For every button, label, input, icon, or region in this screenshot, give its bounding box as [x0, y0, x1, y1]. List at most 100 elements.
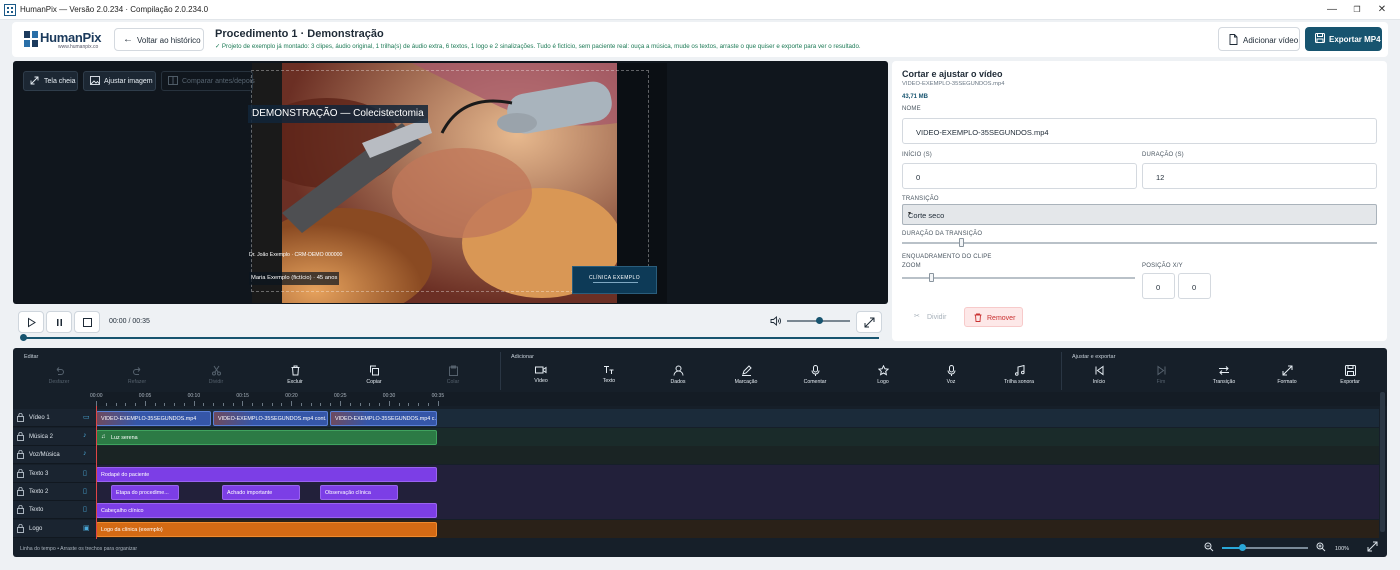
zoom-out-icon[interactable] [1204, 542, 1214, 552]
track-header[interactable]: Texto ▯ [13, 501, 96, 519]
track-lane[interactable]: ♫ Luz serena [96, 428, 1379, 446]
track-lane[interactable]: Etapa do procedime... Achado importante Ob… [96, 483, 1379, 501]
close-window-button[interactable]: ✕ [1370, 2, 1394, 18]
lock-icon[interactable] [17, 469, 24, 478]
fullscreen-button[interactable]: Tela cheia [23, 71, 78, 91]
export-tool-label: Exportar [1340, 379, 1360, 385]
set-start-tool[interactable]: Início [1074, 365, 1124, 389]
timeline-zoom-knob[interactable] [1239, 544, 1246, 551]
name-input[interactable]: VIDEO-EXEMPLO-35SEGUNDOS.mp4 [902, 118, 1377, 144]
timeline-clip[interactable]: Rodapé do paciente [96, 467, 437, 482]
timeline-clip[interactable]: VIDEO-EXEMPLO-35SEGUNDOS.mp4 c... [330, 411, 437, 426]
lock-icon[interactable] [17, 413, 24, 422]
track-header[interactable]: Música 2 ♪ [13, 428, 96, 446]
position-y-input[interactable]: 0 [1178, 273, 1211, 299]
overlay-patient-text[interactable]: Maria Exemplo (fictício) · 45 anos [249, 272, 340, 285]
voice-tool[interactable]: Voz [926, 365, 976, 389]
fit-timeline-icon[interactable] [1367, 541, 1378, 552]
track-header[interactable]: Logo ▣ [13, 520, 96, 538]
clip-label: Cabeçalho clínico [101, 508, 144, 514]
lock-icon[interactable] [17, 524, 24, 533]
volume-slider-knob[interactable] [815, 317, 823, 324]
timeline-clip[interactable]: ♫ Luz serena [96, 430, 437, 445]
track-name: Texto [29, 507, 44, 513]
soundtrack-tool[interactable]: Trilha sonora [994, 365, 1044, 389]
track-lane[interactable]: Cabeçalho clínico [96, 501, 1379, 519]
seek-knob[interactable] [20, 334, 27, 341]
track-lane[interactable]: Logo da clínica (exemplo) [96, 520, 1379, 538]
lock-icon[interactable] [17, 505, 24, 514]
export-mp4-button[interactable]: Exportar MP4 [1305, 27, 1382, 51]
timeline-clip[interactable]: VIDEO-EXEMPLO-35SEGUNDOS.mp4 cont... [213, 411, 328, 426]
play-button[interactable] [18, 311, 44, 333]
zoom-slider[interactable] [902, 277, 1135, 279]
copy-button[interactable]: Copiar [349, 365, 399, 389]
timeline-clip[interactable]: Observação clínica [320, 485, 398, 500]
remove-button[interactable]: Remover [964, 307, 1023, 327]
timeline-clip[interactable]: Logo da clínica (exemplo) [96, 522, 437, 537]
timeline-ruler[interactable]: 00:00 00:05 00:10 00:15 00:20 00:25 00:30 00:35 [90, 392, 1387, 406]
track-lane[interactable]: VIDEO-EXEMPLO-35SEGUNDOS.mp4 VIDEO-EXEMPL… [96, 409, 1379, 427]
format-tool[interactable]: Formato [1262, 365, 1312, 389]
divide-button[interactable]: ✂ Dividir [902, 307, 958, 327]
back-to-history-button[interactable]: ← Voltar ao histórico [114, 28, 204, 51]
timeline-playhead[interactable] [96, 406, 97, 539]
ruler-tick [261, 403, 263, 406]
track-header[interactable]: Texto 2 ▯ [13, 483, 96, 501]
add-data-tool[interactable]: Dados [653, 365, 703, 389]
paste-button[interactable]: Colar [428, 365, 478, 389]
add-video-tool[interactable]: Vídeo [516, 365, 566, 389]
undo-button[interactable]: Desfazer [34, 365, 84, 389]
start-input[interactable]: 0 [902, 163, 1137, 189]
lock-icon[interactable] [17, 450, 24, 459]
track-header[interactable]: Voz/Música ♪ [13, 446, 96, 464]
zoom-slider-knob[interactable] [929, 273, 935, 282]
overlay-doctor-text[interactable]: Dr. João Exemplo · CRM-DEMO 000000 [249, 252, 342, 258]
adjust-image-button[interactable]: Ajustar imagem [83, 71, 156, 91]
add-logo-tool[interactable]: Logo [858, 365, 908, 389]
maximize-button[interactable]: ❐ [1345, 2, 1369, 18]
video-preview[interactable]: Tela cheia Ajustar imagem Comparar antes… [13, 61, 888, 304]
duration-input[interactable]: 12 [1142, 163, 1377, 189]
transition-tool[interactable]: Transição [1199, 365, 1249, 389]
transition-duration-slider[interactable] [902, 242, 1377, 244]
timeline-clip[interactable]: Cabeçalho clínico [96, 503, 437, 518]
name-label: NOME [902, 106, 921, 112]
set-start-tool-label: Início [1092, 379, 1106, 385]
add-marking-tool[interactable]: Marcação [721, 365, 771, 389]
track-header[interactable]: Vídeo 1 ▭ [13, 409, 96, 427]
add-video-button[interactable]: Adicionar vídeo [1218, 27, 1300, 51]
minimize-button[interactable]: — [1320, 2, 1344, 18]
humanpix-logo: HumanPix www.humanpix.co [24, 29, 104, 51]
transition-select[interactable]: Corte seco ▾ [902, 204, 1377, 225]
compare-before-after-button[interactable]: Comparar antes/depois [161, 71, 255, 91]
position-x-input[interactable]: 0 [1142, 273, 1175, 299]
track-header[interactable]: Texto 3 ▯ [13, 465, 96, 483]
timeline-clip[interactable]: Achado importante [222, 485, 300, 500]
redo-button[interactable]: Refazer [112, 365, 162, 389]
export-tool[interactable]: Exportar [1325, 365, 1375, 389]
add-text-tool[interactable]: Texto [584, 365, 634, 389]
comment-tool[interactable]: Comentar [790, 365, 840, 389]
pause-button[interactable] [46, 311, 72, 333]
timeline-clip[interactable]: VIDEO-EXEMPLO-35SEGUNDOS.mp4 [96, 411, 211, 426]
overlay-title-text[interactable]: DEMONSTRAÇÃO — Colecistectomia [248, 105, 428, 123]
track-lane[interactable]: Rodapé do paciente [96, 465, 1379, 483]
track-lane[interactable] [96, 446, 1379, 464]
microphone-icon [947, 365, 955, 376]
seek-bar[interactable] [23, 337, 879, 339]
delete-button[interactable]: Excluir [270, 365, 320, 389]
transition-duration-knob[interactable] [959, 238, 964, 247]
overlay-clinic-logo[interactable]: CLÍNICA EXEMPLO [572, 266, 657, 294]
timeline-clip[interactable]: Etapa do procedime... [111, 485, 179, 500]
lock-icon[interactable] [17, 487, 24, 496]
split-button[interactable]: Dividir [191, 365, 241, 389]
stop-button[interactable] [74, 311, 100, 333]
lock-icon[interactable] [17, 432, 24, 441]
zoom-in-icon[interactable] [1316, 542, 1326, 552]
fullscreen-player-button[interactable] [856, 311, 882, 333]
volume-icon[interactable] [770, 316, 782, 326]
timeline-vertical-scrollbar[interactable] [1380, 392, 1385, 532]
set-end-tool[interactable]: Fim [1136, 365, 1186, 389]
timeline-track: Texto 2 ▯ Etapa do procedime... Achado impo… [13, 483, 1379, 501]
